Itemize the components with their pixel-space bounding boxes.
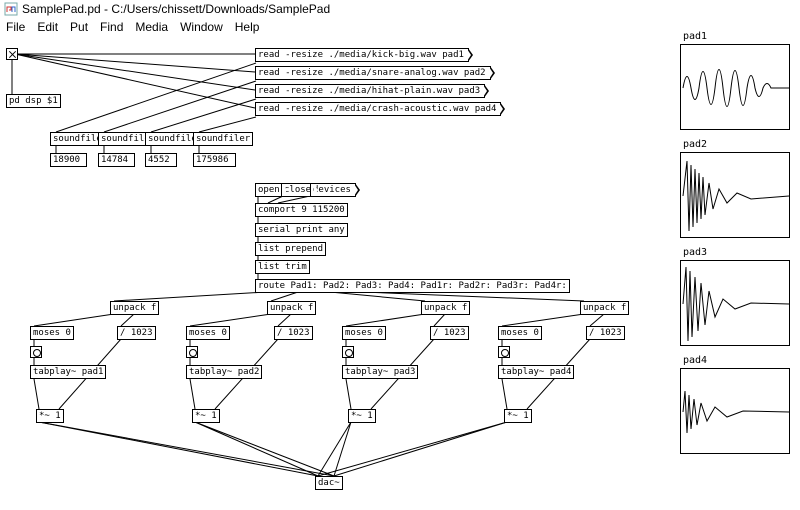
bang-3[interactable] (342, 346, 354, 358)
moses-2[interactable]: moses 0 (186, 326, 230, 340)
app-icon (4, 2, 18, 16)
tabplay-2[interactable]: tabplay~ pad2 (186, 365, 262, 379)
titlebar: SamplePad.pd - C:/Users/chissett/Downloa… (0, 0, 800, 18)
div-3[interactable]: / 1023 (430, 326, 469, 340)
mul-2[interactable]: *~ 1 (192, 409, 220, 423)
list-trim[interactable]: list trim (255, 260, 310, 274)
array-label-3: pad3 (683, 247, 707, 258)
soundfiler-4[interactable]: soundfiler (193, 132, 253, 146)
msg-read-pad4[interactable]: read -resize ./media/crash-acoustic.wav … (255, 102, 501, 116)
array-pad4[interactable]: pad4 (680, 368, 790, 454)
serial-print[interactable]: serial print any (255, 223, 348, 237)
dac-obj[interactable]: dac~ (315, 476, 343, 490)
menu-window[interactable]: Window (180, 20, 223, 34)
moses-4[interactable]: moses 0 (498, 326, 542, 340)
mul-1[interactable]: *~ 1 (36, 409, 64, 423)
msg-read-pad1[interactable]: read -resize ./media/kick-big.wav pad1 (255, 48, 469, 62)
tabplay-4[interactable]: tabplay~ pad4 (498, 365, 574, 379)
array-pad1[interactable]: pad1 (680, 44, 790, 130)
div-1[interactable]: / 1023 (117, 326, 156, 340)
comport-obj[interactable]: comport 9 115200 (255, 203, 348, 217)
bang-2[interactable] (186, 346, 198, 358)
unpack-1[interactable]: unpack f (110, 301, 159, 315)
array-label-4: pad4 (683, 355, 707, 366)
msg-read-pad2[interactable]: read -resize ./media/snare-analog.wav pa… (255, 66, 491, 80)
mul-3[interactable]: *~ 1 (348, 409, 376, 423)
unpack-4[interactable]: unpack f (580, 301, 629, 315)
unpack-3[interactable]: unpack f (421, 301, 470, 315)
route-pads[interactable]: route Pad1: Pad2: Pad3: Pad4: Pad1r: Pad… (255, 279, 570, 293)
pd-canvas[interactable]: pd dsp $1 read -resize ./media/kick-big.… (0, 36, 800, 510)
samples-2[interactable]: 14784 (98, 153, 135, 167)
msg-read-pad3[interactable]: read -resize ./media/hihat-plain.wav pad… (255, 84, 485, 98)
tabplay-1[interactable]: tabplay~ pad1 (30, 365, 106, 379)
unpack-2[interactable]: unpack f (267, 301, 316, 315)
menu-put[interactable]: Put (70, 20, 88, 34)
menu-find[interactable]: Find (100, 20, 123, 34)
tabplay-3[interactable]: tabplay~ pad3 (342, 365, 418, 379)
samples-4[interactable]: 175986 (193, 153, 236, 167)
array-pad2[interactable]: pad2 (680, 152, 790, 238)
bang-1[interactable] (30, 346, 42, 358)
menu-help[interactable]: Help (235, 20, 260, 34)
menubar: File Edit Put Find Media Window Help (0, 18, 800, 36)
div-2[interactable]: / 1023 (274, 326, 313, 340)
div-4[interactable]: / 1023 (586, 326, 625, 340)
menu-file[interactable]: File (6, 20, 25, 34)
array-pad3[interactable]: pad3 (680, 260, 790, 346)
moses-3[interactable]: moses 0 (342, 326, 386, 340)
mul-4[interactable]: *~ 1 (504, 409, 532, 423)
window-title: SamplePad.pd - C:/Users/chissett/Downloa… (22, 2, 330, 16)
pd-dsp-subpatch[interactable]: pd dsp $1 (6, 94, 61, 108)
list-prepend[interactable]: list prepend (255, 242, 326, 256)
array-label-2: pad2 (683, 139, 707, 150)
samples-3[interactable]: 4552 (145, 153, 177, 167)
toggle-dsp[interactable] (6, 48, 18, 60)
array-label-1: pad1 (683, 31, 707, 42)
samples-1[interactable]: 18900 (50, 153, 87, 167)
bang-4[interactable] (498, 346, 510, 358)
menu-edit[interactable]: Edit (37, 20, 58, 34)
menu-media[interactable]: Media (135, 20, 168, 34)
moses-1[interactable]: moses 0 (30, 326, 74, 340)
